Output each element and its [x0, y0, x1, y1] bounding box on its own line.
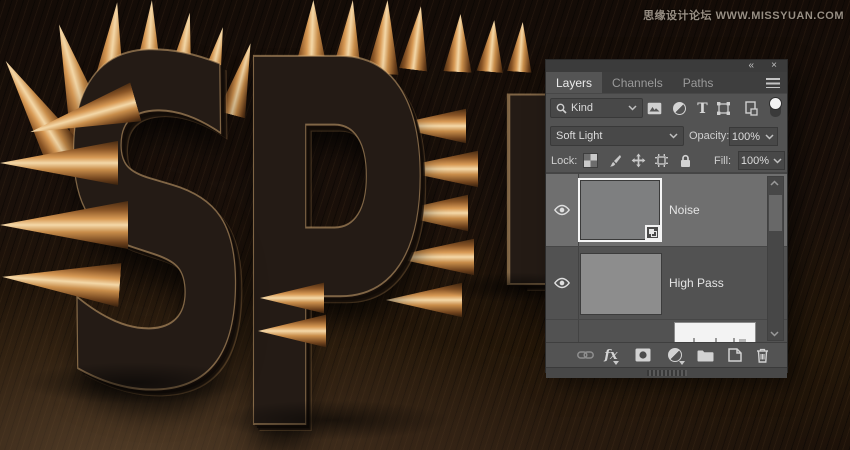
opacity-dropdown-icon[interactable]: [762, 127, 778, 146]
delete-layer-trash-icon[interactable]: [753, 347, 771, 363]
lock-label: Lock:: [551, 155, 578, 167]
lock-transparency-icon[interactable]: [582, 152, 599, 169]
search-icon: [556, 103, 567, 114]
scroll-down-icon[interactable]: [770, 331, 779, 337]
layer-row-partial[interactable]: [546, 320, 787, 342]
layer-filtering-toggle[interactable]: [769, 97, 782, 118]
scrollbar-thumb[interactable]: [769, 195, 782, 231]
filter-smart-objects-icon[interactable]: [742, 100, 759, 117]
link-layers-icon[interactable]: [576, 347, 594, 363]
letter-ground-shadow: [212, 400, 452, 440]
collapse-panel-icon[interactable]: «: [748, 60, 753, 71]
panel-menu-icon[interactable]: [766, 78, 780, 88]
layer-name[interactable]: High Pass: [669, 276, 724, 290]
filter-shape-layers-icon[interactable]: [715, 100, 732, 117]
kind-filter-label: Kind: [571, 102, 594, 114]
panel-titlebar: « ×: [546, 60, 787, 72]
layer-filter-row: Kind T: [546, 94, 787, 123]
tab-layers[interactable]: Layers: [546, 72, 603, 93]
opacity-label: Opacity:: [689, 130, 730, 142]
new-layer-icon[interactable]: [726, 347, 744, 363]
blend-mode-value: Soft Light: [556, 130, 603, 142]
filter-pixel-layers-icon[interactable]: [646, 100, 663, 117]
artwork-letter-p: P: [227, 0, 432, 450]
blend-mode-dropdown[interactable]: Soft Light: [550, 126, 684, 146]
blend-mode-row: Soft Light Opacity: 100%: [546, 123, 787, 149]
fill-value-field[interactable]: 100%: [738, 151, 772, 170]
panel-resize-grip[interactable]: [546, 367, 787, 378]
kind-filter-dropdown[interactable]: Kind: [550, 98, 643, 118]
layer-row-high-pass[interactable]: High Pass: [546, 247, 787, 320]
lock-artboard-icon[interactable]: [653, 152, 670, 169]
lock-position-icon[interactable]: [630, 152, 647, 169]
watermark-text: 思缘设计论坛 WWW.MISSYUAN.COM: [643, 10, 844, 22]
visibility-toggle-empty[interactable]: [546, 320, 579, 342]
tab-paths[interactable]: Paths: [673, 72, 724, 93]
lock-row: Lock: Fill: 100%: [546, 149, 787, 173]
layer-thumbnail[interactable]: [580, 253, 662, 315]
chevron-down-icon: [669, 133, 678, 139]
new-group-folder-icon[interactable]: [696, 347, 714, 363]
letter-ground-shadow: [18, 362, 250, 404]
visibility-toggle-eye-icon[interactable]: [546, 174, 579, 246]
layers-list: Noise High Pass: [546, 173, 787, 342]
layers-panel: « × Layers Channels Paths Kind T Soft Li…: [545, 59, 788, 378]
layer-row-noise[interactable]: Noise: [546, 174, 787, 247]
layer-name[interactable]: Noise: [669, 203, 700, 217]
filter-type-layers-icon[interactable]: T: [694, 100, 711, 117]
layers-scrollbar[interactable]: [767, 176, 784, 341]
opacity-value-field[interactable]: 100%: [729, 127, 763, 146]
scroll-up-icon[interactable]: [770, 180, 779, 186]
panel-footer-toolbar: fx: [546, 342, 787, 367]
layer-styles-fx-icon[interactable]: fx: [602, 347, 620, 365]
new-adjustment-layer-icon[interactable]: [666, 347, 685, 365]
add-layer-mask-icon[interactable]: [634, 347, 652, 363]
lock-all-icon[interactable]: [677, 152, 694, 169]
filter-adjustment-layers-icon[interactable]: [671, 100, 688, 117]
close-panel-icon[interactable]: ×: [771, 60, 777, 71]
layer-thumbnail-selected[interactable]: [578, 178, 662, 242]
fill-dropdown-icon[interactable]: [771, 151, 785, 170]
panel-tab-bar: Layers Channels Paths: [546, 72, 787, 94]
tab-channels[interactable]: Channels: [602, 72, 673, 93]
fill-label: Fill:: [714, 155, 732, 167]
lock-pixels-brush-icon[interactable]: [606, 152, 623, 169]
smart-object-badge-icon: [645, 225, 660, 240]
visibility-toggle-eye-icon[interactable]: [546, 247, 579, 319]
chevron-down-icon: [628, 105, 637, 111]
photoshop-canvas: I P S 思缘设计论坛 WWW.MISSYUAN.COM « × Layers…: [0, 0, 850, 450]
layer-mask-thumbnail[interactable]: [674, 322, 756, 342]
